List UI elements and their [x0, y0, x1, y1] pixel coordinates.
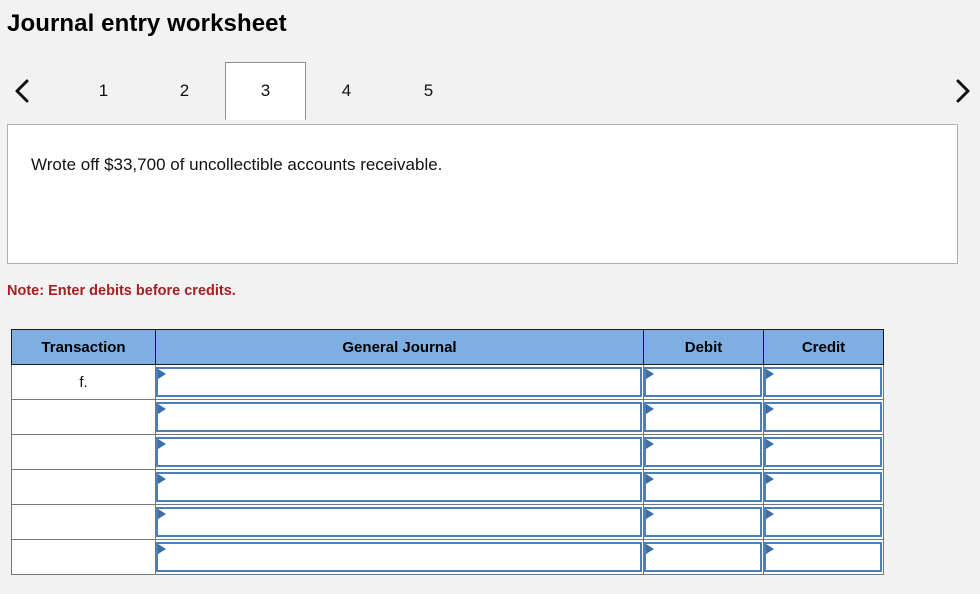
dropdown-triangle-icon: [646, 404, 654, 414]
table-header-row: Transaction General Journal Debit Credit: [11, 329, 884, 365]
credit-cell[interactable]: [763, 399, 884, 435]
debit-cell[interactable]: [643, 434, 764, 470]
general-journal-input[interactable]: [156, 507, 642, 537]
dropdown-triangle-icon: [158, 474, 166, 484]
debit-cell[interactable]: [643, 399, 764, 435]
general-journal-cell[interactable]: [155, 504, 644, 540]
debit-cell[interactable]: [643, 539, 764, 575]
debit-cell[interactable]: [643, 364, 764, 400]
tab-2-label: 2: [179, 81, 190, 100]
debits-before-credits-note: Note: Enter debits before credits.: [7, 283, 236, 299]
transaction-description-panel: Wrote off $33,700 of uncollectible accou…: [7, 124, 958, 264]
dropdown-triangle-icon: [646, 474, 654, 484]
credit-cell[interactable]: [763, 539, 884, 575]
transaction-cell[interactable]: f.: [11, 364, 156, 400]
dropdown-triangle-icon: [646, 509, 654, 519]
credit-cell[interactable]: [763, 469, 884, 505]
credit-input[interactable]: [764, 367, 882, 397]
general-journal-input[interactable]: [156, 437, 642, 467]
tab-1-label: 1: [98, 81, 109, 100]
credit-cell[interactable]: [763, 504, 884, 540]
dropdown-triangle-icon: [158, 404, 166, 414]
tab-3-label: 3: [260, 81, 271, 100]
transaction-cell[interactable]: [11, 504, 156, 540]
general-journal-input[interactable]: [156, 367, 642, 397]
table-row: [11, 504, 884, 540]
tab-3[interactable]: 3: [225, 62, 306, 120]
table-row: [11, 434, 884, 470]
dropdown-triangle-icon: [766, 404, 774, 414]
credit-input[interactable]: [764, 542, 882, 572]
table-row: f.: [11, 364, 884, 400]
debit-cell[interactable]: [643, 504, 764, 540]
dropdown-triangle-icon: [766, 544, 774, 554]
debit-input[interactable]: [644, 402, 762, 432]
credit-input[interactable]: [764, 472, 882, 502]
debit-input[interactable]: [644, 437, 762, 467]
transaction-description-text: Wrote off $33,700 of uncollectible accou…: [31, 155, 443, 174]
tab-4-label: 4: [341, 81, 352, 100]
chevron-right-icon: [952, 77, 972, 105]
column-header-credit: Credit: [763, 329, 884, 365]
tab-5[interactable]: 5: [388, 62, 469, 120]
dropdown-triangle-icon: [766, 439, 774, 449]
debit-input[interactable]: [644, 472, 762, 502]
dropdown-triangle-icon: [158, 509, 166, 519]
journal-entry-table: Transaction General Journal Debit Credit…: [11, 329, 884, 575]
tab-1[interactable]: 1: [63, 62, 144, 120]
debit-cell[interactable]: [643, 469, 764, 505]
dropdown-triangle-icon: [646, 439, 654, 449]
next-tab-button[interactable]: [942, 62, 980, 120]
dropdown-triangle-icon: [158, 439, 166, 449]
dropdown-triangle-icon: [646, 369, 654, 379]
transaction-cell[interactable]: [11, 539, 156, 575]
transaction-cell[interactable]: [11, 469, 156, 505]
column-header-general-journal: General Journal: [155, 329, 644, 365]
table-row: [11, 539, 884, 575]
debit-input[interactable]: [644, 542, 762, 572]
general-journal-cell[interactable]: [155, 399, 644, 435]
credit-input[interactable]: [764, 402, 882, 432]
debit-input[interactable]: [644, 507, 762, 537]
debit-input[interactable]: [644, 367, 762, 397]
dropdown-triangle-icon: [766, 369, 774, 379]
dropdown-triangle-icon: [766, 509, 774, 519]
table-row: [11, 469, 884, 505]
dropdown-triangle-icon: [158, 544, 166, 554]
general-journal-cell[interactable]: [155, 364, 644, 400]
transaction-cell[interactable]: [11, 434, 156, 470]
credit-input[interactable]: [764, 437, 882, 467]
page-title: Journal entry worksheet: [7, 10, 287, 37]
previous-tab-button[interactable]: [2, 62, 42, 120]
credit-input[interactable]: [764, 507, 882, 537]
worksheet-tab-strip: 1 2 3 4 5: [0, 62, 980, 125]
column-header-transaction: Transaction: [11, 329, 156, 365]
general-journal-input[interactable]: [156, 542, 642, 572]
column-header-debit: Debit: [643, 329, 764, 365]
general-journal-cell[interactable]: [155, 434, 644, 470]
general-journal-input[interactable]: [156, 472, 642, 502]
table-row: [11, 399, 884, 435]
transaction-cell[interactable]: [11, 399, 156, 435]
dropdown-triangle-icon: [158, 369, 166, 379]
credit-cell[interactable]: [763, 364, 884, 400]
general-journal-input[interactable]: [156, 402, 642, 432]
tab-2[interactable]: 2: [144, 62, 225, 120]
dropdown-triangle-icon: [646, 544, 654, 554]
general-journal-cell[interactable]: [155, 469, 644, 505]
chevron-left-icon: [12, 77, 32, 105]
dropdown-triangle-icon: [766, 474, 774, 484]
tab-4[interactable]: 4: [306, 62, 387, 120]
general-journal-cell[interactable]: [155, 539, 644, 575]
tab-5-label: 5: [423, 81, 434, 100]
credit-cell[interactable]: [763, 434, 884, 470]
